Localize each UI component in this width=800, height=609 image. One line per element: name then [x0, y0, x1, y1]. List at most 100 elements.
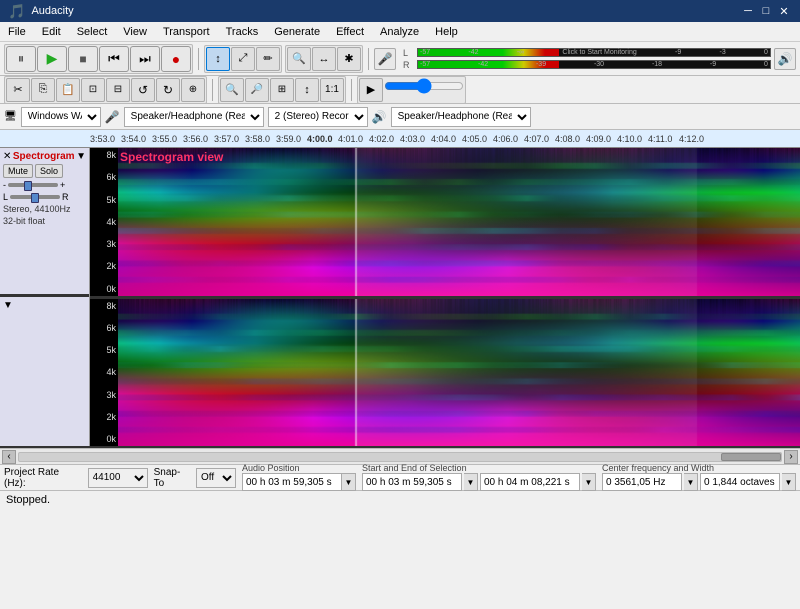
- volume-row: - +: [3, 180, 86, 190]
- sync-button[interactable]: ⊕: [181, 78, 205, 102]
- silence-button[interactable]: ⊟: [106, 78, 130, 102]
- audio-position-dropdown[interactable]: ▼: [342, 473, 356, 491]
- channel-select[interactable]: 2 (Stereo) Recor...: [268, 107, 368, 127]
- skip-start-button[interactable]: ⏮: [99, 46, 129, 72]
- project-rate-label: Project Rate (Hz):: [4, 467, 82, 489]
- menu-file[interactable]: File: [0, 22, 34, 41]
- pause-button[interactable]: ⏸: [6, 46, 36, 72]
- mute-solo-buttons: Mute Solo: [3, 164, 86, 178]
- menu-help[interactable]: Help: [427, 22, 466, 41]
- freq-3k-top: 3k: [90, 239, 118, 249]
- vol-plus-label: +: [60, 180, 65, 190]
- audio-position-value: 00 h 03 m 59,305 s: [242, 473, 342, 491]
- zoom-icon: 🔍: [292, 52, 306, 65]
- menu-effect[interactable]: Effect: [328, 22, 372, 41]
- fit-project-button[interactable]: ⊞: [270, 78, 294, 102]
- speed-slider[interactable]: [384, 78, 464, 94]
- track-collapse-icon[interactable]: ✕: [3, 151, 11, 162]
- track-header-bottom: ▼: [0, 297, 89, 446]
- width-dropdown[interactable]: ▼: [782, 473, 796, 491]
- selection-end-dropdown[interactable]: ▼: [582, 473, 596, 491]
- ruler-tick: 4:07.0: [524, 134, 549, 144]
- undo-button[interactable]: ↺: [131, 78, 155, 102]
- fit-vertically-button[interactable]: ↕: [295, 78, 319, 102]
- play-speed-button[interactable]: ▶: [359, 78, 383, 102]
- freq-labels-top: 8k 6k 5k 4k 3k 2k 0k: [90, 148, 118, 296]
- zoom-tool-button[interactable]: 🔍: [287, 47, 311, 71]
- freq-4k-top: 4k: [90, 217, 118, 227]
- spectrogram-bottom: 8k 6k 5k 4k 3k 2k 0k: [90, 296, 800, 447]
- freq-dropdown[interactable]: ▼: [684, 473, 698, 491]
- mute-button[interactable]: Mute: [3, 164, 33, 178]
- cut-button[interactable]: ✂: [6, 78, 30, 102]
- output-device-select[interactable]: Speaker/Headphone (Realte...: [391, 107, 531, 127]
- ruler-tick: 3:59.0: [276, 134, 301, 144]
- copy-button[interactable]: ⎘: [31, 78, 55, 102]
- redo-button[interactable]: ↻: [156, 78, 180, 102]
- freq-4k-bottom: 4k: [90, 367, 118, 377]
- time-ruler: 3:53.0 3:54.0 3:55.0 3:56.0 3:57.0 3:58.…: [0, 130, 800, 148]
- input-device-select[interactable]: Speaker/Headphone (Realte...: [124, 107, 264, 127]
- menu-tracks[interactable]: Tracks: [218, 22, 267, 41]
- zoom-normal-button[interactable]: 1:1: [320, 78, 344, 102]
- mic-button[interactable]: 🎤: [374, 48, 396, 70]
- volume-slider-thumb[interactable]: [24, 181, 32, 191]
- ruler-tick: 4:01.0: [338, 134, 363, 144]
- tool-controls-2: 🔍 ↔ ✱: [285, 45, 363, 73]
- menu-edit[interactable]: Edit: [34, 22, 69, 41]
- menu-transport[interactable]: Transport: [155, 22, 218, 41]
- record-button[interactable]: ●: [161, 46, 191, 72]
- pan-slider-track: [10, 195, 60, 199]
- timeshift-tool-button[interactable]: ↔: [312, 47, 336, 71]
- track-collapse-icon-2[interactable]: ▼: [3, 300, 13, 311]
- freq-6k-bottom: 6k: [90, 323, 118, 333]
- ruler-tick: 4:04.0: [431, 134, 456, 144]
- spectrogram-viewport[interactable]: Spectrogram view 8k 6k 5k 4k 3k 2k 0k 8k…: [90, 148, 800, 446]
- snap-to-select[interactable]: Off: [196, 468, 236, 488]
- zoom-in-button[interactable]: 🔍: [220, 78, 244, 102]
- ruler-tick: 4:05.0: [462, 134, 487, 144]
- zoom-out-button[interactable]: 🔎: [245, 78, 269, 102]
- speaker-button[interactable]: 🔊: [774, 48, 796, 70]
- project-rate-select[interactable]: 44100: [88, 468, 148, 488]
- scroll-track[interactable]: [18, 452, 782, 462]
- draw-tool-button[interactable]: ✏: [256, 47, 280, 71]
- pan-slider-thumb[interactable]: [31, 193, 39, 203]
- track-title-row-2: ▼: [3, 300, 86, 311]
- project-rate-control: 44100: [88, 468, 148, 488]
- freq-3k-bottom: 3k: [90, 390, 118, 400]
- track-menu-icon[interactable]: ▼: [76, 151, 86, 162]
- width-value: 0 1,844 octaves: [700, 473, 780, 491]
- selection-tool-button[interactable]: ↕: [206, 47, 230, 71]
- minimize-button[interactable]: ─: [740, 3, 756, 19]
- host-select[interactable]: Windows WASI...: [21, 107, 101, 127]
- close-button[interactable]: ✕: [776, 3, 792, 19]
- selection-section: Start and End of Selection 00 h 03 m 59,…: [362, 464, 596, 491]
- solo-button[interactable]: Solo: [35, 164, 63, 178]
- trim-button[interactable]: ⊡: [81, 78, 105, 102]
- play-button[interactable]: ▶: [37, 46, 67, 72]
- menu-analyze[interactable]: Analyze: [372, 22, 427, 41]
- scroll-right-button[interactable]: ›: [784, 450, 798, 464]
- scroll-thumb[interactable]: [721, 453, 781, 461]
- maximize-button[interactable]: □: [758, 3, 774, 19]
- ruler-tick: 4:12.0: [679, 134, 704, 144]
- skip-end-button[interactable]: ⏭: [130, 46, 160, 72]
- paste-button[interactable]: 📋: [56, 78, 80, 102]
- menu-view[interactable]: View: [115, 22, 155, 41]
- freq-2k-bottom: 2k: [90, 412, 118, 422]
- draw-icon: ✏: [263, 52, 272, 65]
- selection-start-dropdown[interactable]: ▼: [464, 473, 478, 491]
- speaker-icon: 🔊: [372, 110, 387, 124]
- pan-row: L R: [3, 192, 86, 202]
- scroll-left-button[interactable]: ‹: [2, 450, 16, 464]
- statusbar: Project Rate (Hz): 44100 Snap-To Off Aud…: [0, 464, 800, 490]
- ruler-tick: 4:02.0: [369, 134, 394, 144]
- multi-tool-button[interactable]: ✱: [337, 47, 361, 71]
- snap-to-label: Snap-To: [154, 467, 190, 489]
- menu-select[interactable]: Select: [69, 22, 116, 41]
- spectrogram-canvas-top: [118, 148, 800, 296]
- menu-generate[interactable]: Generate: [266, 22, 328, 41]
- envelope-tool-button[interactable]: ⤢: [231, 47, 255, 71]
- stop-button[interactable]: ■: [68, 46, 98, 72]
